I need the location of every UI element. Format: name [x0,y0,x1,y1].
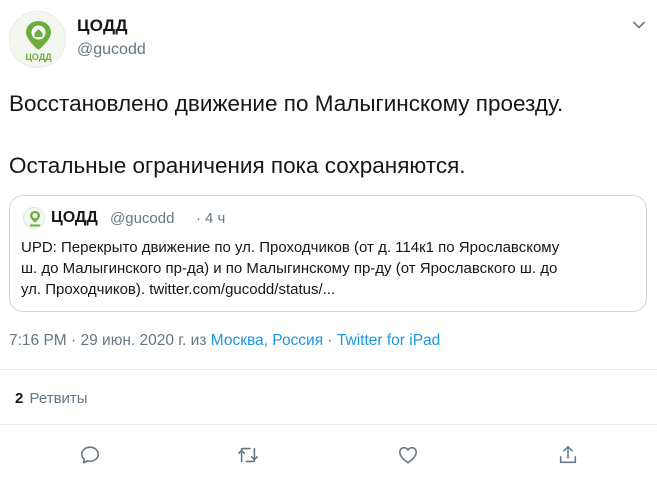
tweet-text-line: Восстановлено движение по Малыгинскому п… [9,91,564,116]
more-options-button[interactable] [626,12,652,38]
divider [0,424,657,425]
reply-button[interactable] [75,440,105,470]
tweet-timestamp[interactable]: 7:16 PM · 29 июн. 2020 г. из [9,332,211,349]
quoted-separator: · [196,210,201,227]
retweet-button[interactable] [233,440,263,470]
quoted-text-line: ул. Проходчиков). twitter.com/gucodd/sta… [21,281,336,298]
share-icon [559,445,577,464]
quoted-tweet[interactable]: ЦОДД @gucodd · 4 ч UPD: Перекрыто движен… [9,195,647,312]
share-button[interactable] [553,440,583,470]
like-button[interactable] [393,440,423,470]
quoted-author-avatar [23,207,45,229]
retweet-icon [238,447,258,463]
retweet-stats[interactable]: 2 Ретвиты [15,390,88,407]
codd-logo-icon [24,208,44,228]
meta-separator: · [323,332,337,349]
svg-text:ЦОДД: ЦОДД [25,52,52,62]
tweet-meta: 7:16 PM · 29 июн. 2020 г. из Москва, Рос… [9,332,440,350]
codd-logo-icon: ЦОДД [10,12,65,67]
location-link[interactable]: Москва, Россия [211,332,323,349]
tweet-card: ЦОДД ЦОДД @gucodd Восстановлено движение… [0,0,657,481]
author-avatar[interactable]: ЦОДД [9,11,66,68]
source-link[interactable]: Twitter for iPad [337,332,440,349]
quoted-author-handle: @gucodd [110,210,175,227]
reply-icon [80,446,100,464]
chevron-down-icon [633,21,645,29]
retweet-label: Ретвиты [29,390,88,407]
quoted-timestamp: 4 ч [205,210,226,227]
quoted-text-line: UPD: Перекрыто движение по ул. Проходчик… [21,239,560,256]
retweet-count: 2 [15,390,24,407]
divider [0,369,657,370]
quoted-tweet-text: UPD: Перекрыто движение по ул. Проходчик… [21,237,641,300]
author-name[interactable]: ЦОДД [77,16,128,36]
tweet-text: Восстановлено движение по Малыгинскому п… [9,88,649,181]
heart-icon [398,446,418,464]
quoted-text-line: ш. до Малыгинского пр-да) и по Малыгинск… [21,260,558,277]
tweet-text-line: Остальные ограничения пока сохраняются. [9,153,466,178]
quoted-author-name: ЦОДД [51,209,98,226]
author-handle[interactable]: @gucodd [77,41,146,59]
